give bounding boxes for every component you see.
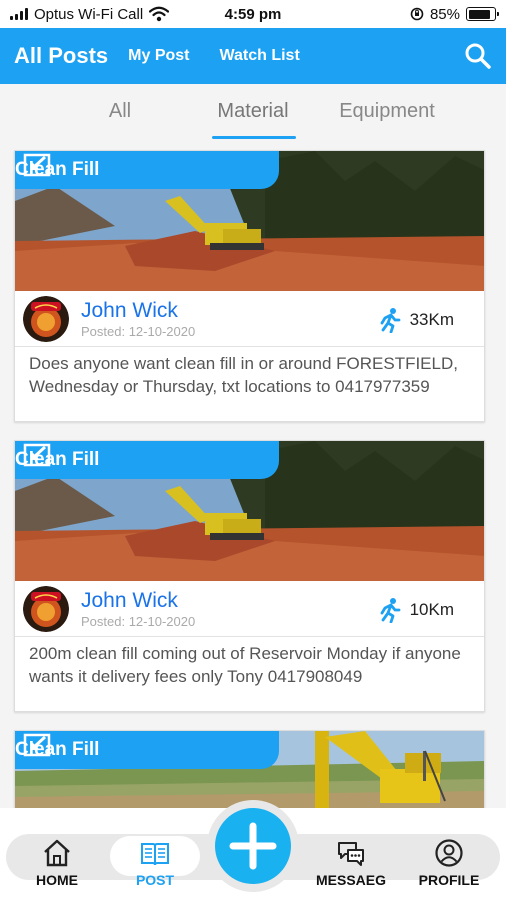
post-meta: John Wick Posted: 12-10-2020 33Km [15, 291, 484, 347]
post-date: Posted: 12-10-2020 [81, 614, 196, 629]
post-description: Does anyone want clean fill in or around… [29, 354, 458, 396]
share-icon [23, 733, 51, 757]
watch-list-link[interactable]: Watch List [219, 47, 299, 65]
nav-home-label: HOME [36, 872, 78, 888]
tab-material[interactable]: Material [205, 100, 301, 123]
nav-message[interactable]: MESSAEG [306, 838, 396, 888]
status-bar: Optus Wi-Fi Call 4:59 pm 85% [0, 0, 506, 28]
share-icon [23, 443, 51, 467]
post-card[interactable]: Clean Fill John Wick Posted: 12-10-2020 [14, 440, 485, 712]
battery-icon [466, 7, 499, 21]
distance: 10Km [376, 597, 454, 623]
bottom-nav: HOME POST MESSAEG PROFILE [0, 800, 506, 900]
nav-post[interactable]: POST [110, 838, 200, 888]
status-time: 4:59 pm [224, 5, 282, 23]
distance: 33Km [376, 307, 454, 333]
post-feed[interactable]: Clean Fill John Wick Posted: 12-10-2020 [0, 148, 506, 808]
post-card[interactable]: Clean Fill [14, 730, 485, 808]
category-tag: Clean Fill [15, 441, 279, 479]
category-tabs: All Material Equipment [0, 84, 506, 144]
app-header: All Posts My Post Watch List [0, 28, 506, 84]
post-meta: John Wick Posted: 12-10-2020 10Km [15, 581, 484, 637]
category-tag: Clean Fill [15, 731, 279, 769]
avatar[interactable] [23, 586, 69, 632]
post-description: 200m clean fill coming out of Reservoir … [29, 644, 461, 686]
nav-profile-label: PROFILE [418, 872, 480, 888]
distance-value: 10Km [409, 600, 454, 619]
book-icon [141, 843, 169, 866]
category-tag: Clean Fill [15, 151, 279, 189]
tab-all[interactable]: All [90, 100, 150, 123]
nav-post-label: POST [135, 872, 175, 888]
post-image: Clean Fill [15, 151, 484, 291]
search-icon[interactable] [464, 42, 492, 70]
avatar[interactable] [23, 296, 69, 342]
signal-icon [10, 8, 28, 20]
author-name[interactable]: John Wick [81, 299, 178, 323]
post-date: Posted: 12-10-2020 [81, 324, 196, 339]
tab-active-indicator [212, 136, 296, 139]
orientation-lock-icon [410, 7, 424, 21]
tab-equipment[interactable]: Equipment [330, 100, 444, 123]
nav-message-label: MESSAEG [315, 872, 386, 888]
battery-percent: 85% [429, 5, 460, 23]
post-image: Clean Fill [15, 731, 484, 808]
profile-icon [435, 839, 463, 867]
share-icon [23, 153, 51, 177]
message-icon [338, 842, 364, 866]
runner-icon [380, 598, 400, 623]
wifi-icon [149, 6, 170, 22]
post-image: Clean Fill [15, 441, 484, 581]
author-name[interactable]: John Wick [81, 589, 178, 613]
page-title: All Posts [14, 43, 109, 68]
plus-icon [229, 822, 277, 870]
nav-home[interactable]: HOME [12, 838, 102, 888]
carrier-label: Optus Wi-Fi Call [34, 5, 144, 23]
nav-profile[interactable]: PROFILE [404, 838, 494, 888]
distance-value: 33Km [409, 310, 454, 329]
create-post-button[interactable] [207, 800, 299, 892]
post-card[interactable]: Clean Fill John Wick Posted: 12-10-2020 [14, 150, 485, 422]
my-post-link[interactable]: My Post [128, 47, 189, 65]
runner-icon [380, 308, 400, 333]
home-icon [44, 839, 70, 867]
